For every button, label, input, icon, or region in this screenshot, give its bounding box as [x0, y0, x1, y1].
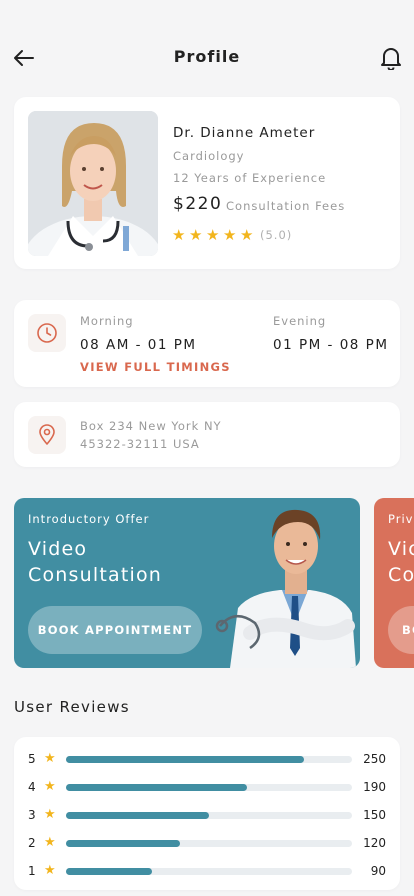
review-bar-track [66, 784, 352, 791]
review-row-4: 4 ★ 190 [28, 777, 386, 797]
review-row-3: 3 ★ 150 [28, 805, 386, 825]
page-title: Profile [173, 47, 241, 66]
evening-label: Evening [273, 314, 327, 328]
review-star-level: 2 [28, 836, 36, 850]
evening-hours: 01 PM - 08 PM [273, 337, 389, 353]
doctor-experience: 12 Years of Experience [173, 171, 327, 185]
star-icon: ★ [206, 226, 220, 244]
book-appointment-button[interactable]: BOOK APPOINTMENT [28, 606, 202, 654]
review-row-1: 1 ★ 90 [28, 861, 386, 881]
review-bar-track [66, 756, 352, 763]
location-pin-icon [39, 424, 55, 445]
timings-icon-box [28, 314, 66, 352]
review-count: 190 [363, 780, 386, 794]
review-row-2: 2 ★ 120 [28, 833, 386, 853]
star-icon: ★ [189, 226, 203, 244]
offer-tag: Priv [388, 512, 414, 526]
reviews-card: 5 ★ 250 4 ★ 190 3 ★ 150 2 ★ 120 1 ★ 90 [14, 737, 400, 890]
review-bar-track [66, 840, 352, 847]
review-bar-fill [66, 756, 304, 763]
bell-icon [381, 48, 401, 71]
address-card: Box 234 New York NY 45322-32111 USA [14, 402, 400, 467]
review-count: 120 [363, 836, 386, 850]
offer-title: Vic Co [388, 536, 414, 588]
morning-label: Morning [80, 314, 134, 328]
star-icon: ★ [44, 863, 56, 878]
offer-title-line-2: Co [388, 564, 414, 586]
star-icon: ★ [223, 226, 237, 244]
review-bar-fill [66, 784, 247, 791]
review-bar-fill [66, 812, 209, 819]
review-bar-track [66, 868, 352, 875]
star-icon: ★ [44, 751, 56, 766]
star-icon: ★ [240, 226, 254, 244]
timings-card: Morning 08 AM - 01 PM Evening 01 PM - 08… [14, 300, 400, 387]
offer-card-video-consultation[interactable]: Introductory Offer Video Consultation BO… [14, 498, 360, 668]
offer-title: Video Consultation [28, 536, 162, 588]
review-star-level: 4 [28, 780, 36, 794]
rating-stars: ★ ★ ★ ★ ★ [172, 228, 255, 243]
rating-value: (5.0) [260, 228, 293, 242]
address-line-1: Box 234 New York NY [80, 419, 222, 433]
review-bar-track [66, 812, 352, 819]
review-bar-fill [66, 840, 180, 847]
doctor-specialty: Cardiology [173, 149, 245, 163]
consultation-fee-label: Consultation Fees [226, 199, 346, 213]
morning-hours: 08 AM - 01 PM [80, 337, 197, 353]
consultation-fee: $220 [173, 194, 223, 214]
view-full-timings-link[interactable]: VIEW FULL TIMINGS [80, 360, 231, 374]
review-count: 90 [370, 864, 386, 878]
male-doctor-photo [210, 498, 360, 668]
review-star-level: 1 [28, 864, 36, 878]
review-star-level: 3 [28, 808, 36, 822]
offer-title-line-2: Consultation [28, 564, 163, 586]
star-icon: ★ [172, 226, 186, 244]
doctor-card: Dr. Dianne Ameter Cardiology 12 Years of… [14, 97, 400, 269]
address-line-2: 45322-32111 USA [80, 437, 200, 451]
offer-secondary-button[interactable]: BO [388, 606, 414, 654]
review-count: 250 [363, 752, 386, 766]
user-reviews-heading: User Reviews [14, 698, 130, 716]
doctor-name: Dr. Dianne Ameter [173, 125, 316, 141]
offer-title-line-1: Video [28, 538, 88, 560]
offers-carousel[interactable]: Introductory Offer Video Consultation BO… [14, 498, 414, 668]
offer-tag: Introductory Offer [28, 512, 150, 526]
review-row-5: 5 ★ 250 [28, 749, 386, 769]
clock-icon [37, 323, 57, 343]
header: Profile [0, 0, 414, 100]
review-count: 150 [363, 808, 386, 822]
doctor-photo [28, 111, 158, 256]
offer-title-line-1: Vic [388, 538, 414, 560]
star-icon: ★ [44, 807, 56, 822]
star-icon: ★ [44, 835, 56, 850]
address-icon-box [28, 416, 66, 454]
star-icon: ★ [44, 779, 56, 794]
review-bar-fill [66, 868, 152, 875]
review-star-level: 5 [28, 752, 36, 766]
notifications-button[interactable] [380, 46, 402, 71]
offer-card-secondary[interactable]: Priv Vic Co BO [374, 498, 414, 668]
